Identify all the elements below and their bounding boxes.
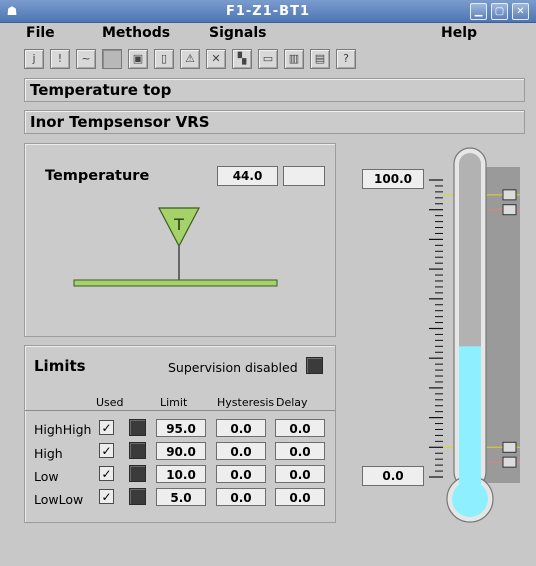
toolbar-blank-button[interactable]: [102, 49, 122, 69]
supervision-label: Supervision disabled: [168, 360, 298, 375]
highhigh-alarm-indicator: [129, 419, 146, 436]
toolbar-help-button[interactable]: ?: [336, 49, 356, 69]
row-low-label: Low: [34, 469, 59, 484]
object-title: Temperature top: [24, 78, 525, 102]
menu-file[interactable]: File: [26, 23, 55, 43]
gauge-max-label: 100.0: [362, 169, 424, 189]
menu-signals[interactable]: Signals: [209, 23, 266, 43]
toolbar-alarm-button[interactable]: !: [50, 49, 70, 69]
toolbar-object-button[interactable]: ▥: [284, 49, 304, 69]
highhigh-hysteresis-field[interactable]: 0.0: [216, 419, 266, 437]
toolbar-info-button[interactable]: j: [24, 49, 44, 69]
col-delay-header: Delay: [276, 396, 308, 409]
supervision-indicator[interactable]: [306, 357, 323, 374]
sensor-symbol-letter: T: [173, 215, 184, 234]
toolbar-graph-button[interactable]: ▚: [232, 49, 252, 69]
sensor-pipe: [73, 279, 278, 287]
toolbar-trend-button[interactable]: ~: [76, 49, 96, 69]
low-limit-field[interactable]: 10.0: [156, 465, 206, 483]
col-limit-header: Limit: [160, 396, 188, 409]
maximize-icon[interactable]: ▢: [491, 3, 508, 20]
limits-title: Limits: [34, 357, 86, 375]
lowlow-hysteresis-field[interactable]: 0.0: [216, 488, 266, 506]
low-alarm-indicator: [129, 465, 146, 482]
limits-divider: [25, 410, 335, 411]
thermometer-fill: [459, 346, 481, 485]
high-limit-handle[interactable]: [502, 204, 517, 216]
sensor-label: Temperature: [45, 168, 150, 184]
object-description: Inor Tempsensor VRS: [24, 110, 525, 134]
highhigh-limit-handle[interactable]: [502, 189, 517, 201]
thermometer-neck: [459, 475, 481, 489]
row-lowlow-label: LowLow: [34, 492, 84, 507]
menu-help[interactable]: Help: [441, 23, 477, 43]
high-hysteresis-field[interactable]: 0.0: [216, 442, 266, 460]
lowlow-limit-field[interactable]: 5.0: [156, 488, 206, 506]
close-icon[interactable]: ✕: [512, 3, 529, 20]
gauge-min-label: 0.0: [362, 466, 424, 486]
lowlow-alarm-indicator: [129, 488, 146, 505]
col-used-header: Used: [96, 396, 124, 409]
toolbar-warning-button[interactable]: ⚠: [180, 49, 200, 69]
lowlow-delay-field[interactable]: 0.0: [275, 488, 325, 506]
low-limit-handle[interactable]: [502, 441, 517, 453]
high-limit-field[interactable]: 90.0: [156, 442, 206, 460]
toolbar-card-button[interactable]: ▤: [310, 49, 330, 69]
low-used-checkbox[interactable]: ✓: [99, 466, 114, 481]
toolbar-photo-button[interactable]: ▣: [128, 49, 148, 69]
toolbar-block-button[interactable]: ✕: [206, 49, 226, 69]
lowlow-limit-handle[interactable]: [502, 456, 517, 468]
minimize-icon[interactable]: ▁: [470, 3, 487, 20]
high-delay-field[interactable]: 0.0: [275, 442, 325, 460]
thermometer-gauge: [429, 147, 520, 523]
high-used-checkbox[interactable]: ✓: [99, 443, 114, 458]
row-high-label: High: [34, 446, 63, 461]
temperature-unit: [283, 166, 325, 186]
highhigh-used-checkbox[interactable]: ✓: [99, 420, 114, 435]
sensor-symbol[interactable]: T: [60, 200, 290, 295]
highhigh-delay-field[interactable]: 0.0: [275, 419, 325, 437]
window-title: F1-Z1-BT1: [225, 4, 310, 19]
temperature-value: 44.0: [217, 166, 278, 186]
gauge-ticks: [429, 179, 443, 478]
toolbar-window-button[interactable]: ▭: [258, 49, 278, 69]
col-hysteresis-header: Hysteresis: [217, 396, 275, 409]
menu-methods[interactable]: Methods: [102, 23, 170, 43]
low-delay-field[interactable]: 0.0: [275, 465, 325, 483]
toolbar-document-button[interactable]: ▯: [154, 49, 174, 69]
low-hysteresis-field[interactable]: 0.0: [216, 465, 266, 483]
high-alarm-indicator: [129, 442, 146, 459]
highhigh-limit-field[interactable]: 95.0: [156, 419, 206, 437]
row-highhigh-label: HighHigh: [34, 422, 92, 437]
lowlow-used-checkbox[interactable]: ✓: [99, 489, 114, 504]
